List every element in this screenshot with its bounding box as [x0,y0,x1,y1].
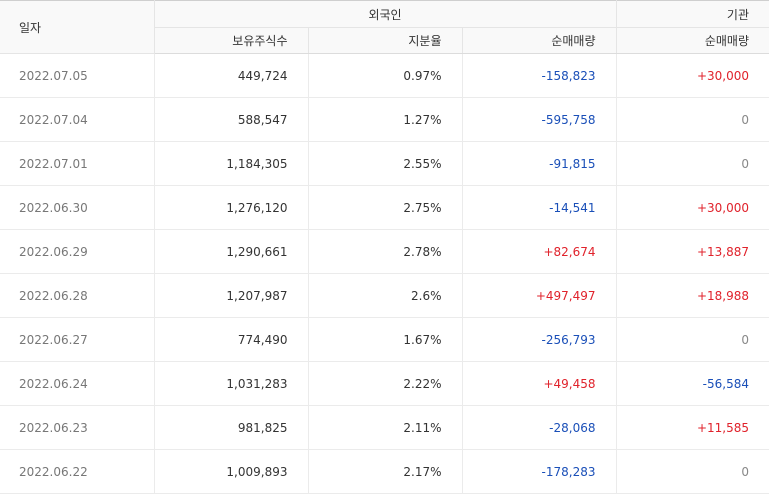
foreign-net-column-header: 순매매량 [462,27,617,54]
holdings-cell: 588,547 [154,97,309,142]
foreign-net-cell: -256,793 [462,317,617,362]
foreign-net-cell: -91,815 [462,141,617,186]
ratio-cell: 2.75% [308,185,463,230]
foreign-net-cell: -158,823 [462,53,617,98]
institution-net-cell: 0 [616,97,769,142]
date-cell: 2022.07.01 [0,141,155,186]
ratio-cell: 2.22% [308,361,463,406]
institution-net-cell: +30,000 [616,53,769,98]
holdings-cell: 1,031,283 [154,361,309,406]
institution-net-cell: +18,988 [616,273,769,318]
table-row: 2022.06.22 1,009,893 2.17% -178,283 0 [0,449,769,494]
institution-group-header: 기관 [616,0,769,28]
holdings-cell: 981,825 [154,405,309,450]
ratio-cell: 2.11% [308,405,463,450]
holdings-column-header: 보유주식수 [154,27,309,54]
foreign-net-cell: -14,541 [462,185,617,230]
table-row: 2022.06.28 1,207,987 2.6% +497,497 +18,988 [0,273,769,318]
table-row: 2022.06.30 1,276,120 2.75% -14,541 +30,000 [0,185,769,230]
date-cell: 2022.06.30 [0,185,155,230]
date-cell: 2022.06.22 [0,449,155,494]
holdings-cell: 1,276,120 [154,185,309,230]
date-cell: 2022.06.24 [0,361,155,406]
table-row: 2022.07.01 1,184,305 2.55% -91,815 0 [0,141,769,186]
foreign-net-cell: -595,758 [462,97,617,142]
ratio-cell: 2.55% [308,141,463,186]
institution-net-cell: 0 [616,141,769,186]
foreign-group-header: 외국인 [154,0,617,28]
table-body: 2022.07.05 449,724 0.97% -158,823 +30,000 202… [0,53,769,494]
foreign-net-cell: -28,068 [462,405,617,450]
table-row: 2022.06.27 774,490 1.67% -256,793 0 [0,317,769,362]
table-row: 2022.06.24 1,031,283 2.22% +49,458 -56,584 [0,361,769,406]
ratio-cell: 2.6% [308,273,463,318]
holdings-cell: 774,490 [154,317,309,362]
ratio-cell: 1.27% [308,97,463,142]
institution-net-cell: +13,887 [616,229,769,274]
holdings-cell: 1,184,305 [154,141,309,186]
ratio-cell: 2.78% [308,229,463,274]
table-header: 일자 외국인 기관 보유주식수 지분율 순매매량 순매매량 [0,0,769,54]
institution-net-cell: +30,000 [616,185,769,230]
institution-net-cell: +11,585 [616,405,769,450]
date-cell: 2022.06.27 [0,317,155,362]
foreign-net-cell: -178,283 [462,449,617,494]
holdings-cell: 449,724 [154,53,309,98]
table-row: 2022.06.29 1,290,661 2.78% +82,674 +13,887 [0,229,769,274]
foreign-net-cell: +497,497 [462,273,617,318]
holdings-cell: 1,290,661 [154,229,309,274]
date-column-header: 일자 [0,0,155,54]
foreign-net-cell: +49,458 [462,361,617,406]
ratio-cell: 0.97% [308,53,463,98]
date-cell: 2022.07.04 [0,97,155,142]
ratio-column-header: 지분율 [308,27,463,54]
institution-net-column-header: 순매매량 [616,27,769,54]
institution-net-cell: 0 [616,449,769,494]
ratio-cell: 2.17% [308,449,463,494]
table-row: 2022.06.23 981,825 2.11% -28,068 +11,585 [0,405,769,450]
ratio-cell: 1.67% [308,317,463,362]
table-row: 2022.07.04 588,547 1.27% -595,758 0 [0,97,769,142]
foreign-net-cell: +82,674 [462,229,617,274]
date-cell: 2022.06.23 [0,405,155,450]
date-cell: 2022.06.28 [0,273,155,318]
investor-trading-table: 일자 외국인 기관 보유주식수 지분율 순매매량 순매매량 2022.07.05… [0,0,769,494]
holdings-cell: 1,207,987 [154,273,309,318]
table-row: 2022.07.05 449,724 0.97% -158,823 +30,000 [0,53,769,98]
holdings-cell: 1,009,893 [154,449,309,494]
date-cell: 2022.06.29 [0,229,155,274]
institution-net-cell: -56,584 [616,361,769,406]
institution-net-cell: 0 [616,317,769,362]
date-cell: 2022.07.05 [0,53,155,98]
